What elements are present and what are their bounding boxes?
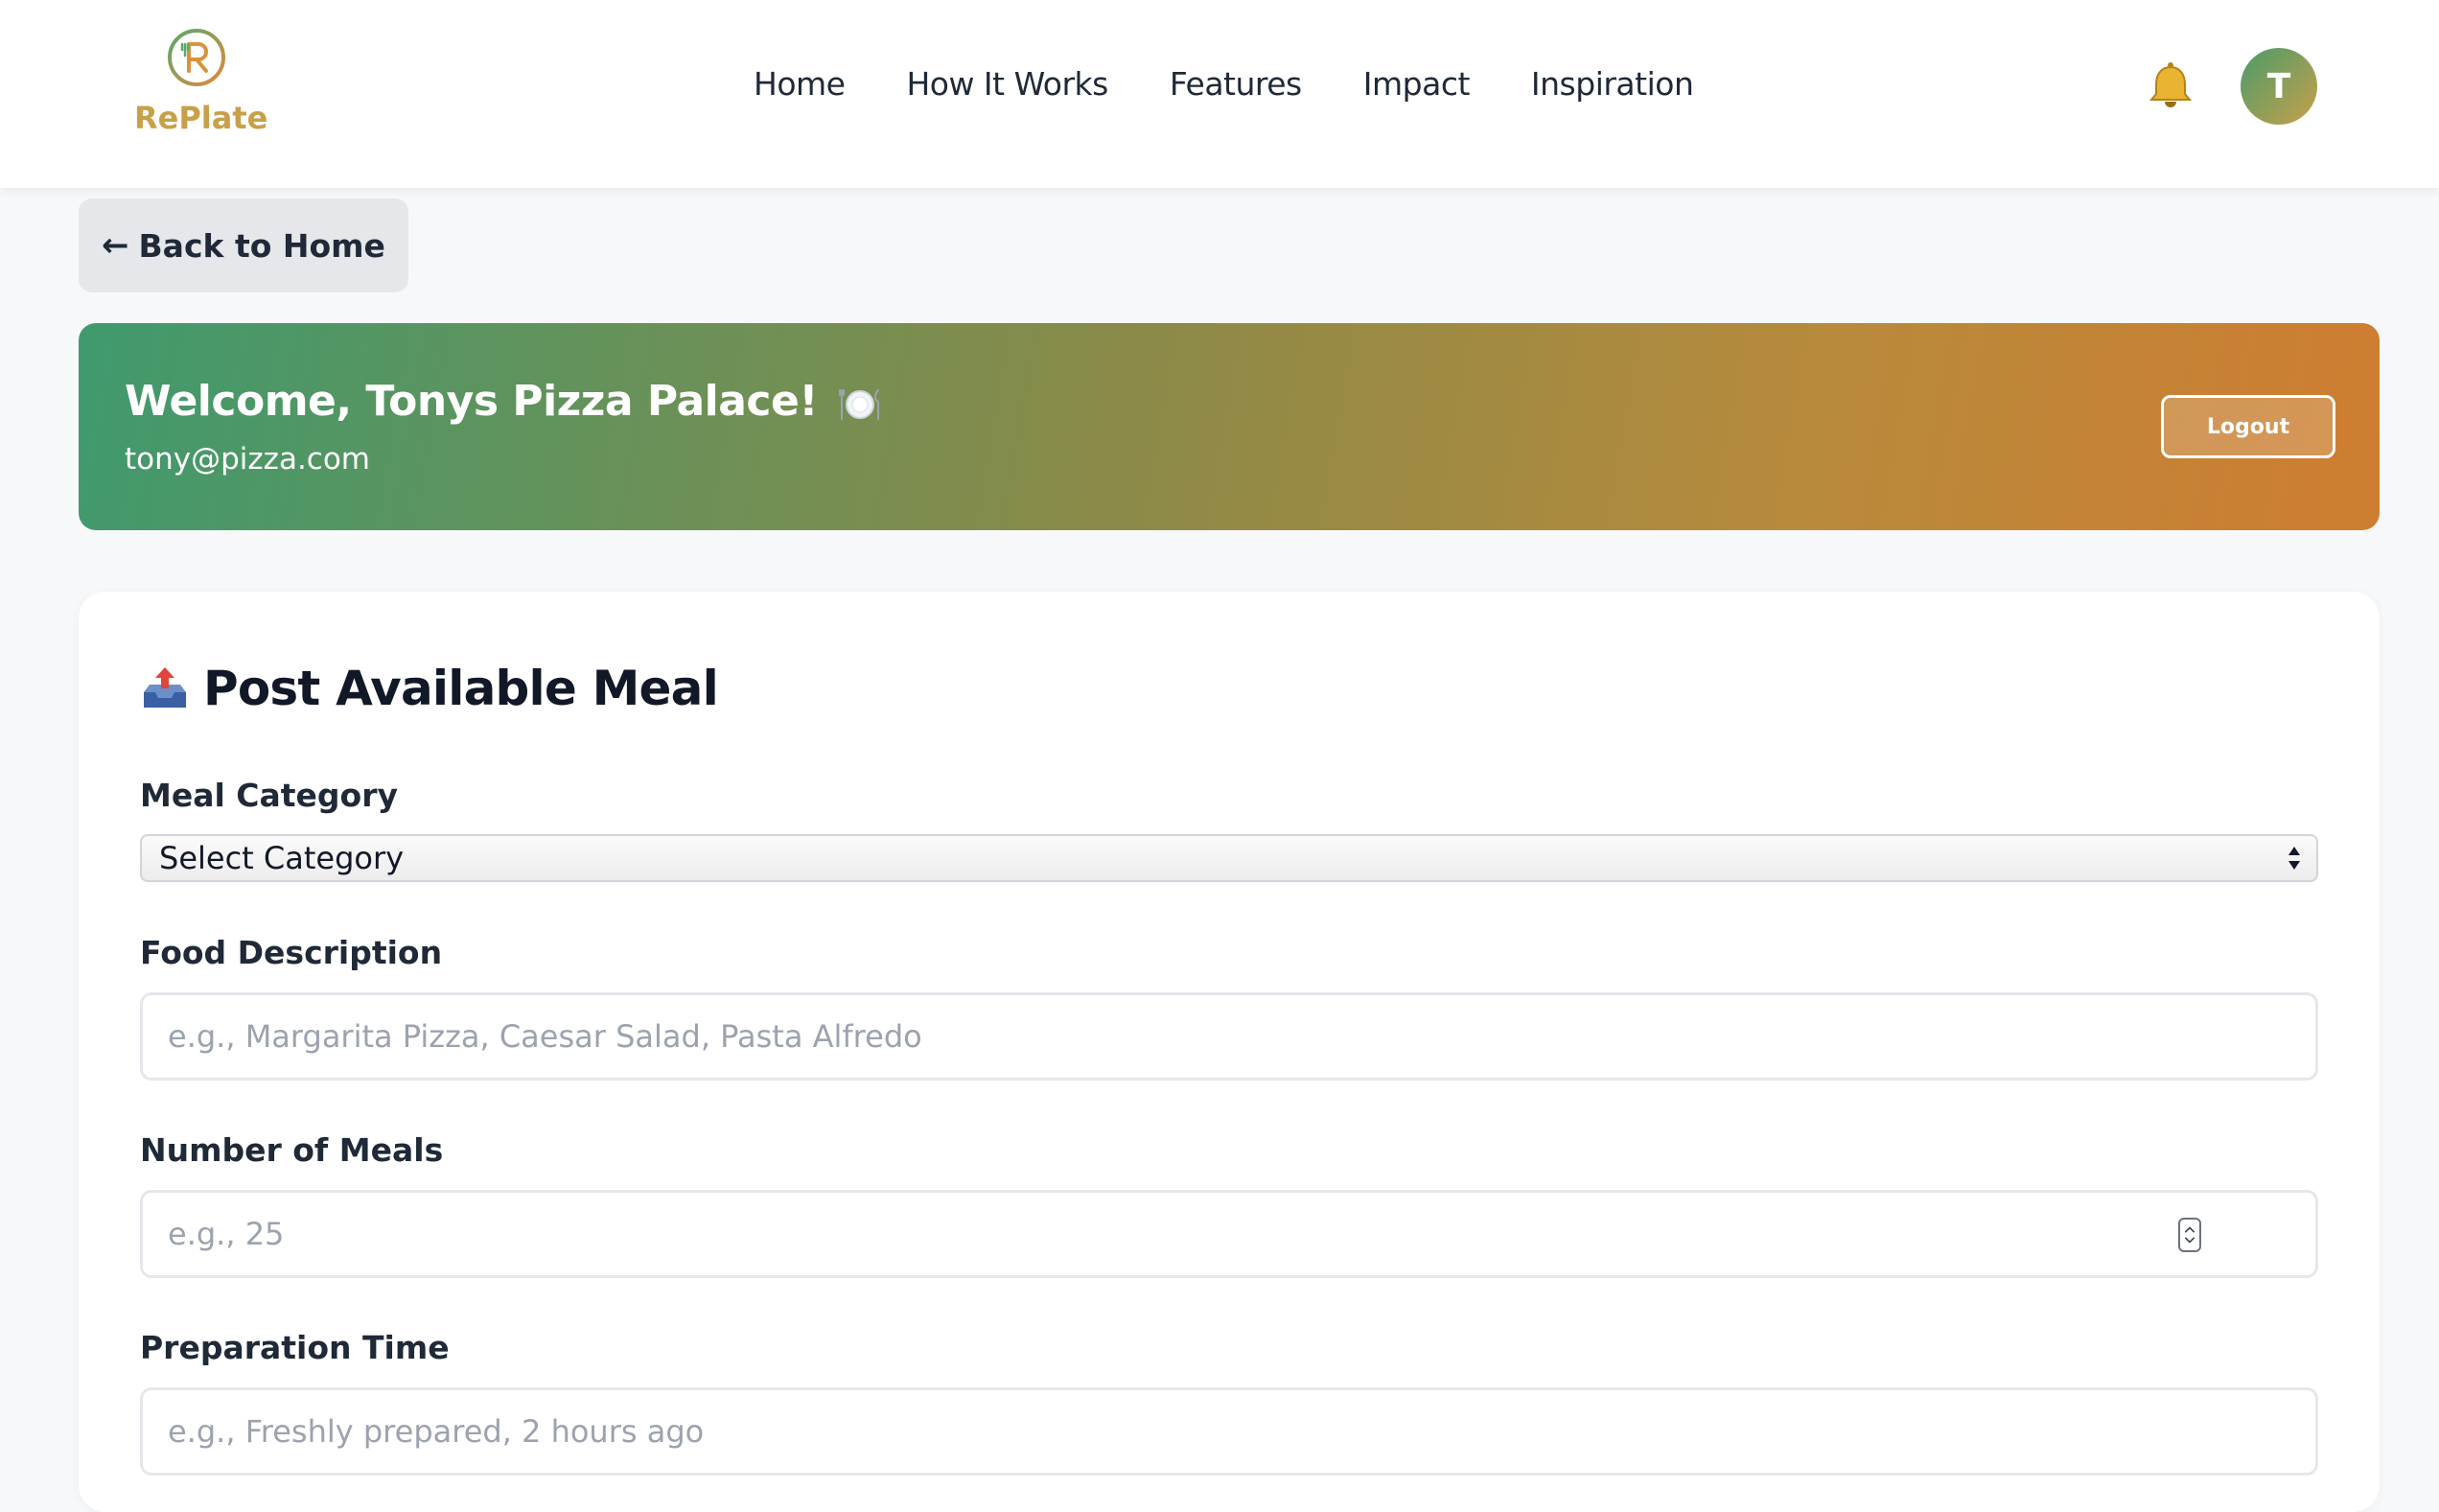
select-caret-icon (2288, 847, 2300, 870)
nav-features[interactable]: Features (1170, 65, 1302, 103)
user-avatar[interactable]: T (2241, 48, 2317, 125)
brand-name: RePlate (134, 100, 268, 136)
nav-home[interactable]: Home (754, 65, 846, 103)
food-description-input[interactable] (140, 992, 2318, 1081)
meal-category-label: Meal Category (140, 777, 399, 814)
welcome-heading: Welcome, Tonys Pizza Palace! (125, 377, 882, 426)
nav-how-it-works[interactable]: How It Works (906, 65, 1108, 103)
preparation-time-input[interactable] (140, 1387, 2318, 1476)
post-meal-form-card: Post Available Meal Meal Category Select… (79, 592, 2380, 1512)
bell-icon[interactable] (2144, 59, 2197, 113)
plate-cutlery-icon (838, 389, 879, 420)
nav-inspiration[interactable]: Inspiration (1531, 65, 1694, 103)
welcome-banner: Welcome, Tonys Pizza Palace! tony@pizza.… (79, 323, 2380, 530)
welcome-title-text: Welcome, Tonys Pizza Palace! (125, 377, 818, 426)
preparation-time-label: Preparation Time (140, 1329, 450, 1366)
logout-button[interactable]: Logout (2161, 395, 2335, 458)
arrow-left-icon: ← (102, 226, 129, 265)
meal-category-value: Select Category (159, 840, 405, 876)
outbox-tray-icon (144, 667, 186, 708)
back-to-home-label: Back to Home (138, 226, 385, 265)
brand[interactable]: RePlate (134, 27, 268, 151)
meal-category-select[interactable]: Select Category (140, 834, 2318, 882)
number-of-meals-label: Number of Meals (140, 1131, 444, 1169)
back-to-home-button[interactable]: ← Back to Home (79, 198, 408, 292)
food-description-label: Food Description (140, 934, 443, 971)
replate-logo-icon (168, 29, 225, 86)
number-stepper-icon[interactable] (2178, 1218, 2201, 1252)
user-email: tony@pizza.com (125, 442, 371, 477)
nav-impact[interactable]: Impact (1363, 65, 1471, 103)
number-of-meals-input[interactable] (140, 1190, 2318, 1278)
form-title: Post Available Meal (140, 661, 719, 716)
form-title-text: Post Available Meal (203, 661, 719, 716)
main-nav: Home How It Works Features Impact Inspir… (754, 65, 1694, 103)
top-navigation-bar: RePlate Home How It Works Features Impac… (0, 0, 2439, 188)
